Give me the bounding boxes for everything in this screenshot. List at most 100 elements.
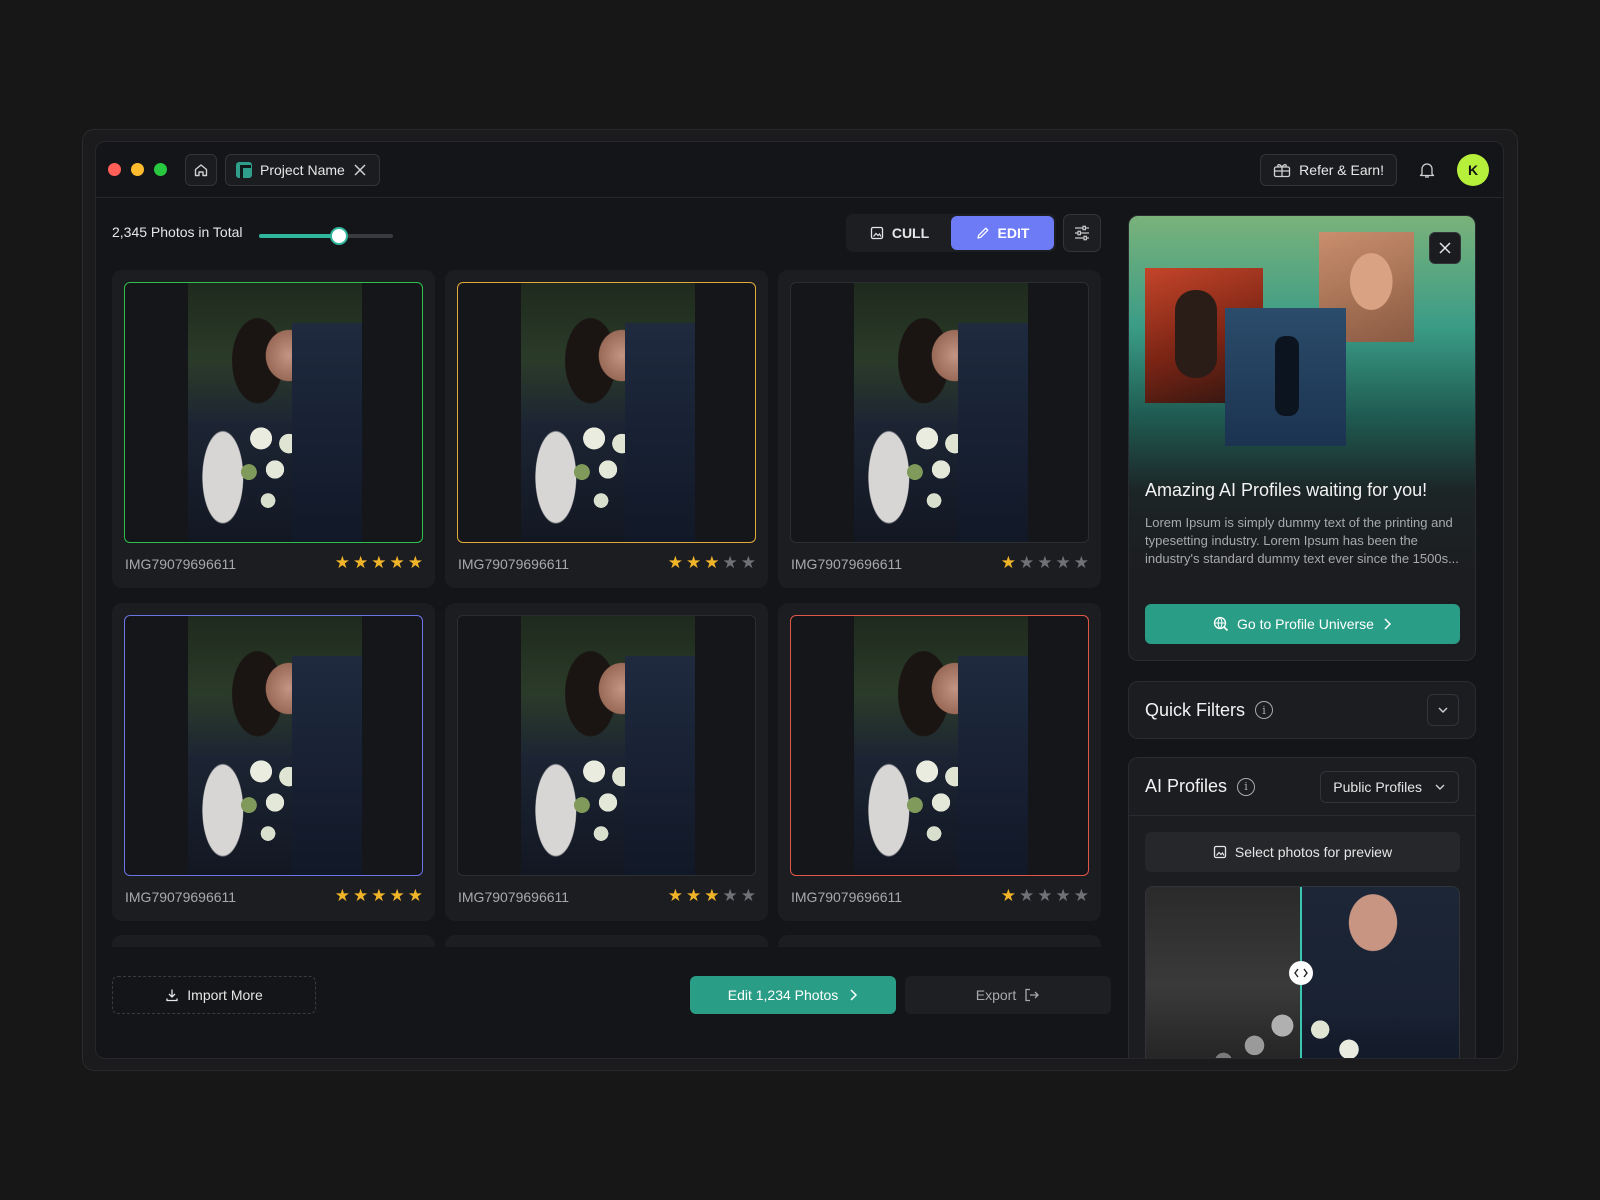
star-icon[interactable]: ★ [704, 887, 719, 904]
star-icon[interactable]: ★ [1001, 554, 1016, 571]
export-button[interactable]: Export [905, 976, 1111, 1014]
photo-thumbnail[interactable] [790, 282, 1089, 543]
star-icon[interactable]: ★ [1037, 887, 1052, 904]
import-more-button[interactable]: Import More [112, 976, 316, 1014]
close-tab-icon[interactable] [353, 163, 367, 177]
star-icon[interactable]: ★ [1001, 887, 1016, 904]
star-icon[interactable]: ★ [704, 554, 719, 571]
photo-thumbnail[interactable] [124, 615, 423, 876]
ai-profiles-header: AI Profiles i Public Profiles [1129, 758, 1475, 816]
photo-thumbnail[interactable] [457, 615, 756, 876]
star-icon[interactable]: ★ [668, 554, 683, 571]
promo-portrait-image [1225, 308, 1346, 446]
chevron-right-icon [1382, 617, 1392, 631]
ai-profiles-promo-card: Amazing AI Profiles waiting for you! Lor… [1128, 215, 1476, 661]
star-icon[interactable]: ★ [1056, 554, 1071, 571]
edit-photos-label: Edit 1,234 Photos [727, 987, 839, 1003]
cull-mode-button[interactable]: CULL [848, 216, 951, 250]
star-icon[interactable]: ★ [1056, 887, 1071, 904]
info-icon[interactable]: i [1237, 777, 1256, 796]
title-bar-actions: Refer & Earn! K [1260, 153, 1489, 186]
star-icon[interactable]: ★ [353, 887, 368, 904]
promo-description: Lorem Ipsum is simply dummy text of the … [1145, 515, 1459, 566]
image-icon [1213, 845, 1227, 859]
edit-mode-label: EDIT [997, 225, 1030, 241]
photo-card-partial [778, 935, 1101, 947]
star-icon[interactable]: ★ [371, 887, 386, 904]
photo-card[interactable]: IMG79079696611 ★ ★ ★ ★ ★ [778, 603, 1101, 921]
star-icon[interactable]: ★ [371, 554, 386, 571]
star-rating[interactable]: ★ ★ ★ ★ ★ [1001, 554, 1089, 571]
info-icon[interactable]: i [1255, 701, 1274, 719]
photo-card[interactable]: IMG79079696611 ★ ★ ★ ★ ★ [778, 270, 1101, 588]
project-tab[interactable]: Project Name [225, 153, 380, 186]
photo-card[interactable]: IMG79079696611 ★ ★ ★ ★ ★ [445, 270, 768, 588]
star-icon[interactable]: ★ [353, 554, 368, 571]
photo-thumbnail[interactable] [790, 615, 1089, 876]
photo-thumbnail[interactable] [457, 282, 756, 543]
refer-earn-button[interactable]: Refer & Earn! [1260, 153, 1397, 186]
close-icon [1438, 241, 1452, 255]
profiles-scope-dropdown[interactable]: Public Profiles [1320, 770, 1459, 803]
star-rating[interactable]: ★ ★ ★ ★ ★ [335, 554, 423, 571]
photo-card-partial [445, 935, 768, 947]
select-photos-preview-button[interactable]: Select photos for preview [1145, 832, 1460, 872]
maximize-window-button[interactable] [154, 163, 167, 176]
star-icon[interactable]: ★ [408, 554, 423, 571]
photo-card[interactable]: IMG79079696611 ★ ★ ★ ★ ★ [112, 603, 435, 921]
promo-close-button[interactable] [1429, 232, 1461, 264]
star-icon[interactable]: ★ [1074, 887, 1089, 904]
notifications-button[interactable] [1411, 154, 1443, 186]
star-rating[interactable]: ★ ★ ★ ★ ★ [1001, 887, 1089, 904]
close-window-button[interactable] [108, 163, 121, 176]
wedding-photo [188, 616, 362, 875]
sliders-icon [1073, 224, 1091, 242]
go-to-profile-universe-button[interactable]: Go to Profile Universe [1145, 604, 1460, 644]
user-avatar[interactable]: K [1457, 153, 1489, 186]
edit-mode-button[interactable]: EDIT [951, 216, 1054, 250]
chevron-down-icon [1434, 782, 1446, 792]
photo-filename: IMG79079696611 [458, 889, 570, 905]
star-icon[interactable]: ★ [390, 887, 405, 904]
home-button[interactable] [185, 153, 217, 186]
star-icon[interactable]: ★ [741, 887, 756, 904]
photo-filename: IMG79079696611 [791, 889, 903, 905]
photo-thumbnail[interactable] [124, 282, 423, 543]
star-icon[interactable]: ★ [1019, 554, 1034, 571]
wedding-photo [854, 283, 1028, 542]
globe-search-icon [1213, 616, 1229, 632]
star-icon[interactable]: ★ [723, 554, 738, 571]
quick-filters-toggle[interactable] [1427, 694, 1459, 726]
refer-earn-label: Refer & Earn! [1299, 161, 1384, 178]
star-icon[interactable]: ★ [1019, 887, 1034, 904]
app-logo-icon [236, 161, 252, 178]
star-icon[interactable]: ★ [723, 887, 738, 904]
star-icon[interactable]: ★ [390, 554, 405, 571]
image-icon [870, 226, 884, 240]
import-more-label: Import More [187, 987, 263, 1003]
star-icon[interactable]: ★ [335, 887, 350, 904]
star-rating[interactable]: ★ ★ ★ ★ ★ [335, 887, 423, 904]
star-icon[interactable]: ★ [668, 887, 683, 904]
photo-card[interactable]: IMG79079696611 ★ ★ ★ ★ ★ [112, 270, 435, 588]
minimize-window-button[interactable] [131, 163, 144, 176]
select-photos-preview-label: Select photos for preview [1234, 844, 1393, 860]
pencil-icon [976, 226, 990, 240]
star-rating[interactable]: ★ ★ ★ ★ ★ [668, 554, 756, 571]
photo-card[interactable]: IMG79079696611 ★ ★ ★ ★ ★ [445, 603, 768, 921]
compare-handle[interactable] [1289, 961, 1313, 985]
adjustments-button[interactable] [1063, 214, 1101, 252]
star-icon[interactable]: ★ [408, 887, 423, 904]
star-rating[interactable]: ★ ★ ★ ★ ★ [668, 887, 756, 904]
zoom-slider-handle[interactable] [330, 227, 348, 245]
zoom-slider[interactable] [259, 227, 393, 245]
cull-mode-label: CULL [891, 225, 930, 241]
edit-photos-button[interactable]: Edit 1,234 Photos [690, 976, 896, 1014]
star-icon[interactable]: ★ [686, 887, 701, 904]
star-icon[interactable]: ★ [741, 554, 756, 571]
star-icon[interactable]: ★ [1074, 554, 1089, 571]
quick-filters-section[interactable]: Quick Filters i [1128, 681, 1476, 739]
star-icon[interactable]: ★ [335, 554, 350, 571]
star-icon[interactable]: ★ [686, 554, 701, 571]
star-icon[interactable]: ★ [1037, 554, 1052, 571]
